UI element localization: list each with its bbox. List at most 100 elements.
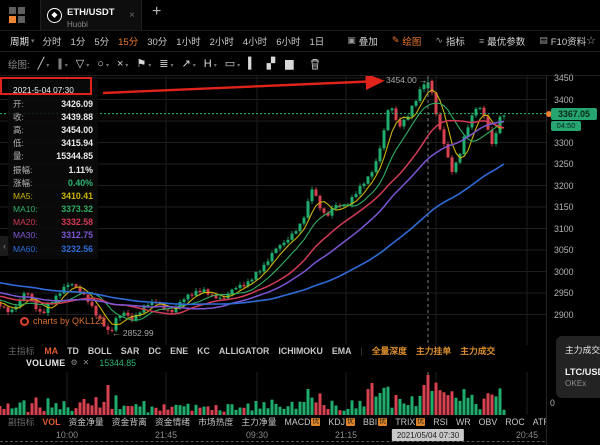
layout-grid-icon[interactable]	[9, 7, 25, 23]
volume-settings-gear-icon[interactable]: ⚙	[70, 358, 77, 367]
ellipse-icon: ○	[97, 58, 104, 70]
sub-indicator-tab-市场热度[interactable]: 市场热度	[198, 415, 233, 428]
sub-indicator-tab-obv[interactable]: OBV	[479, 417, 498, 427]
indicator-tab-ene[interactable]: ENE	[170, 346, 188, 356]
indicator-button[interactable]: ∿指标	[435, 34, 465, 48]
time-tick-label: 10:00	[56, 430, 78, 440]
volume-profile-anchored-tool[interactable]: ▞	[267, 57, 275, 70]
sub-indicator-tab-atr[interactable]: ATR	[533, 417, 546, 427]
indicator-tab-boll[interactable]: BOLL	[88, 346, 112, 356]
note-tool-tool[interactable]: ▭▾	[225, 57, 240, 70]
eth-coin-icon: ◆	[47, 8, 62, 23]
tooltip-row-label: 收:	[13, 111, 24, 123]
chevron-down-icon: ▾	[171, 62, 174, 69]
sub-indicator-tab-资金净量[interactable]: 资金净量	[69, 415, 104, 428]
period-menu[interactable]: 周期	[10, 34, 29, 48]
sub-indicator-tab-kdj[interactable]: KDJ优	[328, 417, 355, 427]
price-tick-label: 3400	[554, 95, 574, 105]
sub-indicator-tab-资金背离[interactable]: 资金背离	[112, 415, 147, 428]
indicator-label: 指标	[446, 34, 465, 48]
timeframe-6小时[interactable]: 6小时	[276, 34, 300, 48]
sub-indicator-tab-rsi[interactable]: RSI	[433, 417, 448, 427]
timeframe-2小时[interactable]: 2小时	[210, 34, 234, 48]
ellipse-tool[interactable]: ○▾	[97, 58, 109, 70]
tooltip-row: 低:3415.94	[13, 137, 93, 150]
candle-countdown: 04:50	[551, 121, 581, 131]
timeframe-1分[interactable]: 1分	[71, 34, 86, 48]
tab-close-icon[interactable]: ×	[129, 10, 135, 21]
pattern-tool-tool[interactable]: ≣▾	[159, 57, 173, 70]
overlay-button[interactable]: ▣叠加	[347, 34, 378, 48]
tooltip-row-label: MA20:	[13, 217, 38, 227]
layout-grid-square	[9, 7, 16, 14]
sub-indicator-tab-vol[interactable]: VOL	[42, 417, 60, 427]
annotation-rectangle[interactable]	[0, 77, 92, 95]
sub-tab-label: ATR	[533, 417, 546, 427]
timeframe-4小时[interactable]: 4小时	[243, 34, 267, 48]
trend-line-tool[interactable]: ╱▾	[38, 57, 50, 70]
indicator-tab-ema[interactable]: EMA	[332, 346, 352, 356]
indicator-tab-td[interactable]: TD	[67, 346, 79, 356]
tooltip-row-value: 3373.32	[61, 204, 93, 214]
last-price-badge: 3367.05	[551, 108, 597, 120]
main-force-trades-panel[interactable]: 主力成交 LTC/USDT OKEx	[556, 336, 600, 398]
watermark: charts by QKL123	[20, 316, 105, 326]
polygon-tool[interactable]: ▽▾	[76, 57, 89, 70]
sub-tab-label: 主力净量	[241, 415, 276, 428]
chevron-down-icon: ▾	[125, 62, 128, 69]
tooltip-row-label: MA30:	[13, 230, 38, 240]
price-tick-label: 2900	[554, 310, 574, 320]
tooltip-row: 振幅:1.11%	[13, 163, 93, 176]
timeframe-30分[interactable]: 30分	[147, 34, 167, 48]
horizontal-range-tool[interactable]: H▾	[204, 58, 217, 70]
indicator-tab-sar[interactable]: SAR	[121, 346, 140, 356]
flag-marker-tool[interactable]: ⚑▾	[136, 57, 151, 70]
time-tick-label: 21:45	[155, 430, 177, 440]
tooltip-row-label: MA10:	[13, 204, 38, 214]
indicator-tab-kc[interactable]: KC	[197, 346, 210, 356]
timeframe-15分[interactable]: 15分	[118, 34, 138, 48]
cursor-time-tooltip: 2021/05/04 07:30	[392, 429, 464, 441]
indicator-tab-alligator[interactable]: ALLIGATOR	[219, 346, 270, 356]
f10-info-button[interactable]: ▤F10资料	[539, 34, 586, 48]
sub-indicator-tab-wr[interactable]: WR	[456, 417, 471, 427]
sub-indicator-tab-主力净量[interactable]: 主力净量	[241, 415, 276, 428]
tooltip-row: MA5:3410.41	[13, 189, 93, 202]
sub-indicator-tab-roc[interactable]: ROC	[505, 417, 525, 427]
volume-histogram[interactable]	[0, 372, 546, 415]
overlay-icon: ▣	[347, 35, 356, 46]
tooltip-row-value: 15344.85	[56, 151, 93, 161]
draw-button[interactable]: ✎绘图	[392, 34, 422, 48]
horizontal-range-icon: H	[204, 58, 212, 70]
panel-title: 主力成交	[565, 343, 600, 356]
price-tick-label: 3300	[554, 138, 574, 148]
tooltip-row-label: 涨幅:	[13, 177, 32, 189]
favorite-star-icon[interactable]: ☆	[586, 34, 596, 47]
timeframe-1日[interactable]: 1日	[309, 34, 324, 48]
parallel-lines-tool[interactable]: ∥▾	[57, 57, 68, 70]
indicator-tab-ma[interactable]: MA	[44, 346, 58, 356]
sub-indicator-tab-macd[interactable]: MACD优	[285, 417, 321, 427]
indicator-tab-dc[interactable]: DC	[148, 346, 161, 356]
best-params-icon: ≡	[479, 36, 484, 46]
timeframe-1小时[interactable]: 1小时	[176, 34, 200, 48]
arrow-tool-tool[interactable]: ↗▾	[182, 57, 196, 70]
timeframe-分时[interactable]: 分时	[43, 34, 62, 48]
timeframe-5分[interactable]: 5分	[94, 34, 109, 48]
add-tab-button[interactable]: +	[152, 3, 161, 21]
optimized-badge: 优	[416, 418, 425, 426]
sub-indicator-tab-资金情绪[interactable]: 资金情绪	[155, 415, 190, 428]
polygon-icon: ▽	[76, 57, 84, 70]
cross-tool-tool[interactable]: ×▾	[117, 58, 128, 70]
main-chart-area[interactable]: 2021-5-04 07:30 开:3426.09收:3439.88高:3454…	[0, 76, 546, 345]
best-params-button[interactable]: ≡最优参数	[479, 34, 525, 48]
volume-profile-left-tool[interactable]: ▍	[248, 57, 256, 70]
sub-indicator-tab-bbi[interactable]: BBI优	[363, 417, 387, 427]
sub-indicator-tab-trix[interactable]: TRIX优	[395, 417, 425, 427]
volume-remove-icon[interactable]: ✕	[83, 358, 90, 367]
tooltip-row: MA60:3232.56	[13, 242, 93, 255]
symbol-tab[interactable]: ◆ ETH/USDT Huobi ×	[40, 0, 142, 30]
indicator-tab-ichimoku[interactable]: ICHIMOKU	[278, 346, 322, 356]
volume-profile-session-tool[interactable]: ▆	[285, 57, 293, 70]
trash-tool[interactable]	[310, 58, 320, 70]
